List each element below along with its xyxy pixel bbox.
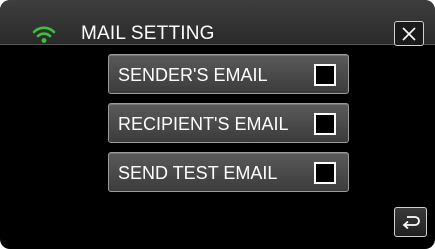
send-test-email-checkbox[interactable]: [314, 162, 336, 184]
back-button[interactable]: [394, 207, 427, 237]
recipients-email-checkbox[interactable]: [314, 113, 336, 135]
return-arrow-icon: [402, 216, 420, 230]
recipients-email-button[interactable]: RECIPIENT'S EMAIL: [108, 103, 349, 143]
close-button[interactable]: [394, 21, 424, 46]
mail-setting-screen: MAIL SETTING SENDER'S EMAIL RECIPIENT'S …: [0, 0, 435, 249]
page-title: MAIL SETTING: [81, 23, 215, 44]
send-test-email-label: SEND TEST EMAIL: [118, 163, 278, 183]
close-icon: [402, 26, 416, 41]
wifi-icon: [32, 26, 56, 43]
senders-email-button[interactable]: SENDER'S EMAIL: [108, 54, 349, 94]
send-test-email-button[interactable]: SEND TEST EMAIL: [108, 152, 349, 192]
senders-email-checkbox[interactable]: [314, 64, 336, 86]
senders-email-label: SENDER'S EMAIL: [118, 65, 268, 85]
header-bar: MAIL SETTING: [0, 0, 435, 46]
recipients-email-label: RECIPIENT'S EMAIL: [118, 114, 289, 134]
